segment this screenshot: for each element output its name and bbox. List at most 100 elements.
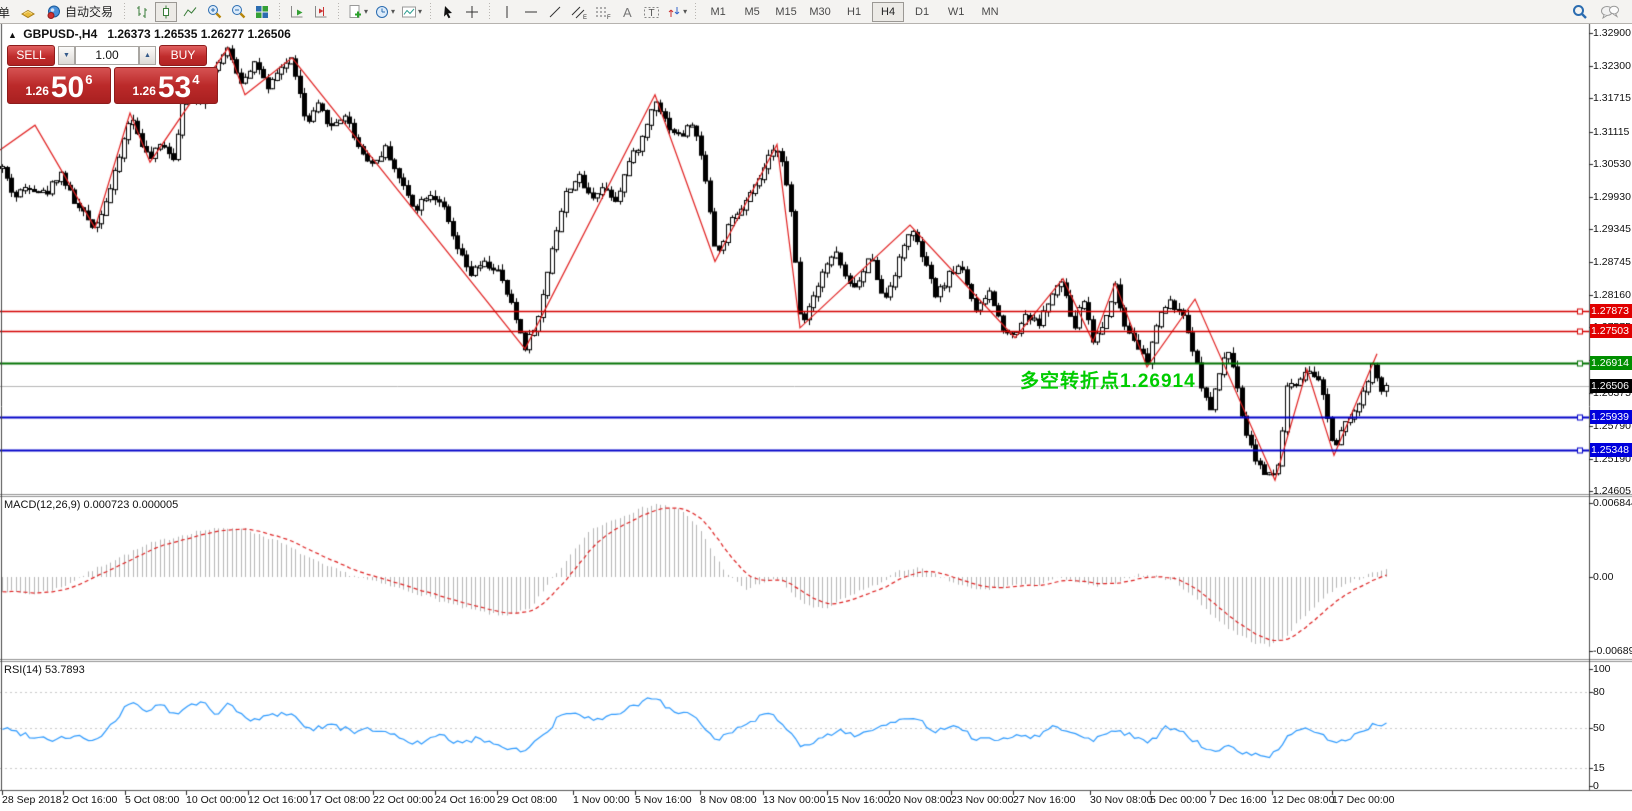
buy-price-box[interactable]: 1.26 53 4: [114, 67, 218, 104]
cursor-arrow-icon: [440, 4, 456, 20]
chart-symbol-period: GBPUSD-,H4: [23, 27, 97, 41]
auto-scroll-button[interactable]: [286, 2, 308, 22]
price-tick-label: 1.31115: [1593, 126, 1629, 138]
current-price-label: 1.26506: [1590, 379, 1632, 393]
chart-canvas[interactable]: [0, 23, 1632, 811]
trendline-icon: [547, 4, 563, 20]
line-chart-icon: [182, 4, 198, 20]
time-tick-label: 17 Dec 00:00: [1332, 794, 1394, 806]
new-order-button[interactable]: 订单: [0, 4, 16, 20]
timeframe-h1-button[interactable]: H1: [838, 2, 870, 22]
time-tick-label: 15 Nov 16:00: [827, 794, 889, 806]
line-chart-type-button[interactable]: [179, 2, 201, 22]
rsi-tick-label: 15: [1593, 762, 1605, 774]
equidistant-channel-tool-button[interactable]: E: [568, 2, 590, 22]
horizontal-line-tool-button[interactable]: [520, 2, 542, 22]
hline-price-label: 1.25939: [1590, 410, 1632, 424]
timeframe-m5-button[interactable]: M5: [736, 2, 768, 22]
sell-button[interactable]: SELL: [7, 45, 55, 66]
new-chart-button[interactable]: ▾: [345, 2, 370, 22]
time-tick-label: 17 Oct 08:00: [310, 794, 370, 806]
timeframe-group: M1M5M15M30H1H4D1W1MN: [701, 2, 1007, 22]
time-tick-label: 28 Sep 2018: [2, 794, 62, 806]
svg-text:E: E: [583, 15, 587, 20]
sell-price-pips: 50: [51, 75, 84, 101]
price-tick-label: 1.32300: [1593, 60, 1631, 72]
candlestick-icon: [158, 4, 174, 20]
buy-button[interactable]: BUY: [159, 45, 207, 66]
buy-price-pips: 53: [158, 75, 191, 101]
macd-indicator-label: MACD(12,26,9) 0.000723 0.000005: [4, 499, 178, 511]
toolbar-separator: [487, 3, 492, 21]
hline-price-label: 1.27873: [1590, 304, 1632, 318]
time-tick-label: 20 Nov 08:00: [889, 794, 951, 806]
zoom-out-button[interactable]: [227, 2, 249, 22]
price-axis[interactable]: 1.329001.323001.317151.311151.305301.299…: [1589, 23, 1632, 790]
rsi-tick-label: 50: [1593, 722, 1605, 734]
volume-stepper: ▼ 1.00 ▲: [58, 46, 156, 65]
rsi-tick-label: 80: [1593, 686, 1605, 698]
auto-scroll-icon: [289, 4, 305, 20]
dropdown-caret-icon: ▾: [364, 7, 368, 16]
price-tick-label: 1.24605: [1593, 485, 1631, 497]
time-tick-label: 5 Dec 00:00: [1150, 794, 1207, 806]
time-axis[interactable]: 28 Sep 20182 Oct 16:005 Oct 08:0010 Oct …: [0, 790, 1632, 811]
templates-button[interactable]: ▾: [399, 2, 424, 22]
crosshair-button[interactable]: [461, 2, 483, 22]
chat-button[interactable]: [1598, 2, 1622, 22]
profiles-button[interactable]: ▾: [372, 2, 397, 22]
trendline-tool-button[interactable]: [544, 2, 566, 22]
tile-windows-button[interactable]: [251, 2, 273, 22]
toolbar-separator: [336, 3, 341, 21]
timeframe-w1-button[interactable]: W1: [940, 2, 972, 22]
macd-tick-label: -0.006894: [1593, 645, 1632, 657]
autotrading-label: 自动交易: [65, 3, 113, 20]
text-label-icon: T: [643, 4, 660, 20]
timeframe-m15-button[interactable]: M15: [770, 2, 802, 22]
volume-field[interactable]: 1.00: [75, 46, 139, 65]
text-label-tool-button[interactable]: T: [640, 2, 662, 22]
time-tick-label: 27 Nov 16:00: [1013, 794, 1075, 806]
fibonacci-tool-button[interactable]: F: [592, 2, 614, 22]
dropdown-caret-icon: ▾: [683, 7, 687, 16]
arrows-icon: [666, 4, 682, 20]
volume-decrease-button[interactable]: ▼: [58, 46, 75, 65]
buy-price-base: 1.26: [133, 84, 156, 98]
bar-chart-type-button[interactable]: [131, 2, 153, 22]
timeframe-h4-button[interactable]: H4: [872, 2, 904, 22]
sell-price-base: 1.26: [26, 84, 49, 98]
timeframe-m1-button[interactable]: M1: [702, 2, 734, 22]
sell-price-box[interactable]: 1.26 50 6: [7, 67, 111, 104]
channel-icon: E: [570, 4, 588, 20]
time-tick-label: 12 Dec 08:00: [1272, 794, 1334, 806]
timeframe-m30-button[interactable]: M30: [804, 2, 836, 22]
horizontal-line-icon: [523, 4, 539, 20]
search-button[interactable]: [1569, 2, 1591, 22]
gold-ingot-icon: [20, 4, 36, 20]
text-tool-button[interactable]: A: [616, 2, 638, 22]
autotrading-button[interactable]: 自动交易: [41, 2, 118, 22]
timeframe-mn-button[interactable]: MN: [974, 2, 1006, 22]
chart-shift-button[interactable]: [310, 2, 332, 22]
rsi-tick-label: 100: [1593, 663, 1611, 675]
svg-text:T: T: [648, 8, 654, 19]
price-tick-label: 1.28745: [1593, 256, 1631, 268]
volume-increase-button[interactable]: ▲: [139, 46, 156, 65]
search-icon: [1571, 3, 1589, 21]
collapse-triangle-icon: ▲: [8, 30, 17, 40]
vertical-line-icon: [500, 4, 514, 20]
chart-shift-icon: [313, 4, 329, 20]
timeframe-d1-button[interactable]: D1: [906, 2, 938, 22]
svg-text:A: A: [623, 5, 632, 20]
toolbar-separator: [122, 3, 127, 21]
price-tick-label: 1.31715: [1593, 92, 1631, 104]
candlestick-chart-type-button[interactable]: [155, 2, 177, 22]
time-tick-label: 24 Oct 16:00: [435, 794, 495, 806]
zoom-in-button[interactable]: [203, 2, 225, 22]
time-tick-label: 2 Oct 16:00: [63, 794, 117, 806]
time-tick-label: 8 Nov 08:00: [700, 794, 757, 806]
vertical-line-tool-button[interactable]: [496, 2, 518, 22]
cursor-button[interactable]: [437, 2, 459, 22]
arrows-tool-button[interactable]: ▾: [664, 2, 689, 22]
market-watch-gold-icon[interactable]: [17, 2, 39, 22]
